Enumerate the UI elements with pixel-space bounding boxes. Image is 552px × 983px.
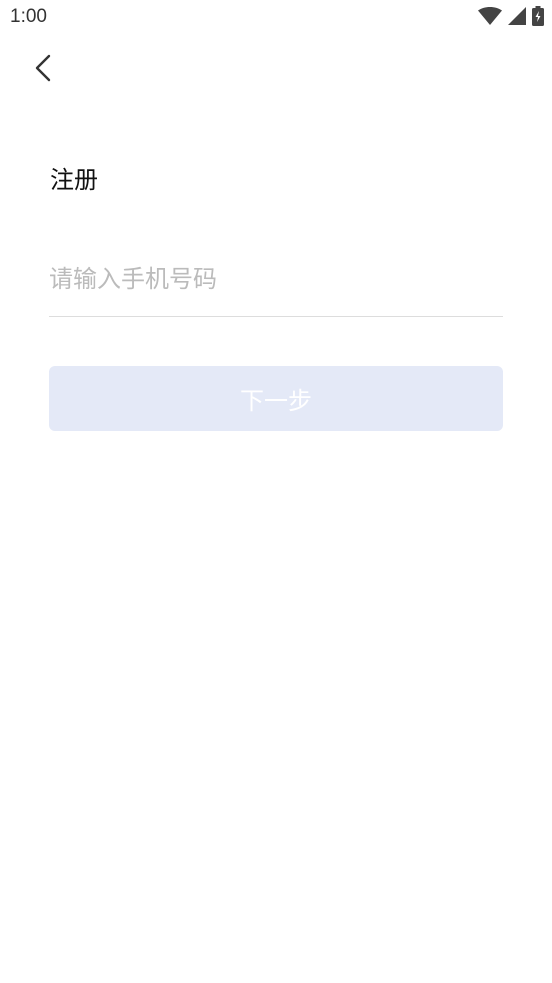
status-icons: [478, 6, 544, 30]
next-step-button[interactable]: 下一步: [49, 366, 503, 431]
phone-number-input[interactable]: [49, 246, 503, 312]
wifi-icon: [478, 7, 502, 29]
page-title: 注册: [50, 166, 98, 194]
status-bar: 1:00: [0, 0, 552, 36]
phone-input-field: [49, 246, 503, 317]
register-screen: 1:00 注册 请输入手机号码 下一步: [0, 0, 552, 983]
back-button[interactable]: [22, 48, 66, 92]
status-time: 1:00: [10, 6, 47, 27]
battery-charging-icon: [532, 6, 544, 30]
cellular-signal-icon: [508, 7, 526, 29]
chevron-left-icon: [32, 52, 56, 88]
